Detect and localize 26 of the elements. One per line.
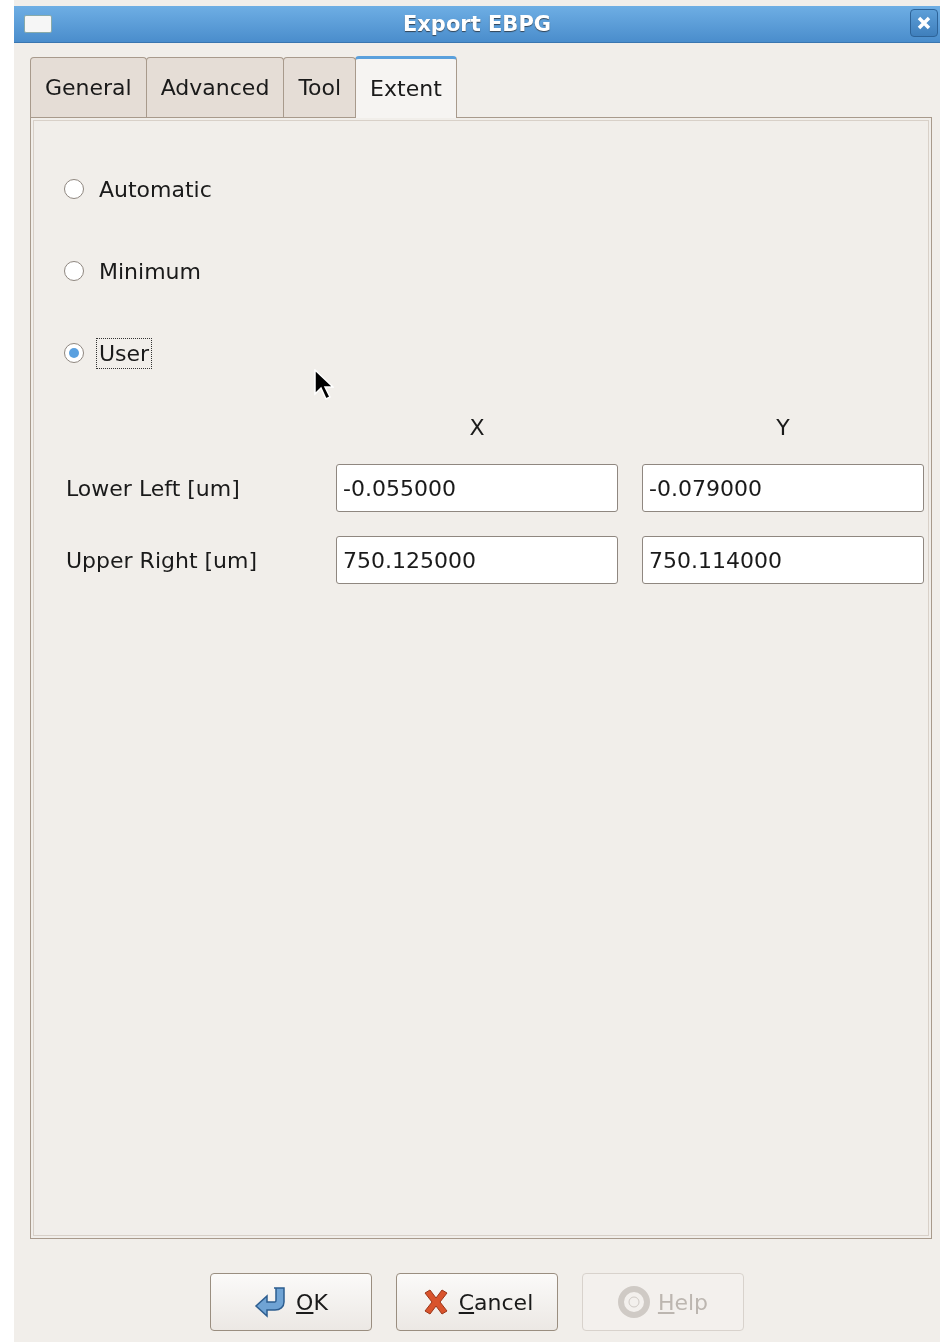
close-icon (916, 15, 932, 31)
cancel-button[interactable]: Cancel (396, 1273, 558, 1331)
window-icon (24, 15, 52, 33)
tab[interactable]: Extent (355, 56, 457, 118)
input-field[interactable]: 750.114000 (642, 536, 924, 584)
lifebuoy-icon (617, 1286, 650, 1318)
radio-button[interactable] (64, 261, 84, 281)
ok-button[interactable]: OK (210, 1273, 372, 1331)
row-label: Upper Right [um] (65, 547, 259, 573)
column-header: Y (775, 415, 791, 440)
close-button[interactable] (910, 9, 938, 37)
input-field[interactable]: 750.125000 (336, 536, 618, 584)
radio-label[interactable]: User (96, 337, 153, 369)
window-title: Export EBPG (402, 12, 551, 36)
tab[interactable]: Advanced (145, 57, 285, 117)
cursor-icon (314, 369, 334, 401)
input-field[interactable]: -0.055000 (336, 464, 618, 512)
radio-label[interactable]: Automatic (96, 173, 215, 205)
column-header: X (468, 415, 486, 440)
input-field[interactable]: -0.079000 (642, 464, 924, 512)
radio-button[interactable] (64, 179, 84, 199)
radio-button[interactable] (64, 343, 84, 363)
row-label: Lower Left [um] (65, 475, 241, 501)
tab[interactable]: Tool (283, 57, 357, 117)
tab[interactable]: General (30, 57, 147, 117)
radio-label[interactable]: Minimum (96, 255, 204, 287)
